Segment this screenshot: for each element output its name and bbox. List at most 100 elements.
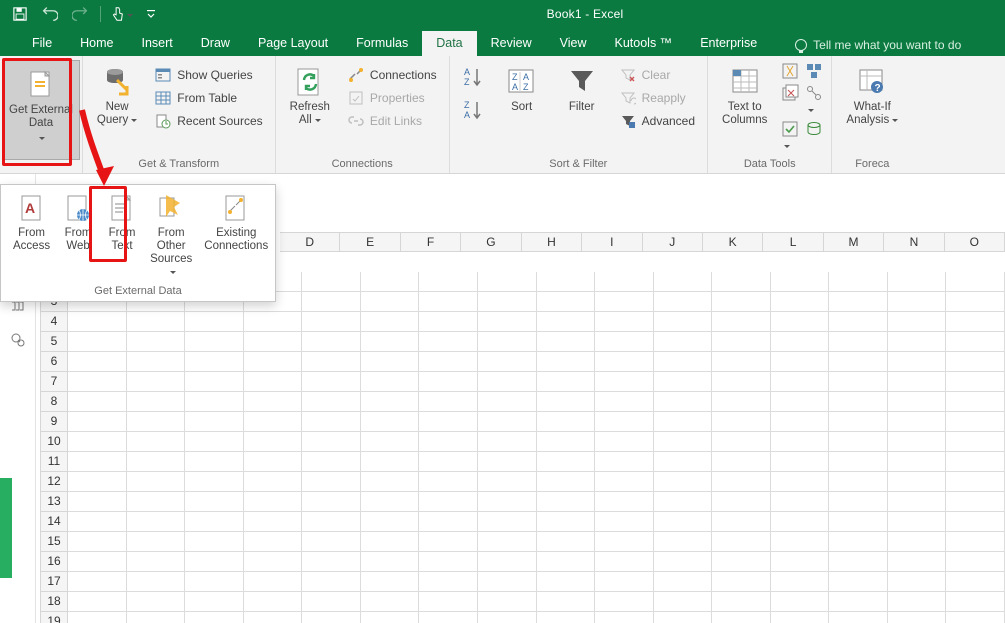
cell[interactable] <box>829 392 888 412</box>
cell[interactable] <box>537 612 596 623</box>
cell[interactable] <box>537 332 596 352</box>
cell[interactable] <box>771 312 830 332</box>
tab-view[interactable]: View <box>546 31 601 56</box>
row-header[interactable]: 19 <box>40 612 68 623</box>
cell[interactable] <box>654 432 713 452</box>
cell[interactable] <box>302 372 361 392</box>
consolidate-button[interactable] <box>805 62 823 80</box>
undo-button[interactable] <box>36 0 64 28</box>
cell[interactable] <box>771 572 830 592</box>
row-header[interactable]: 13 <box>40 492 68 512</box>
cell[interactable] <box>244 372 303 392</box>
manage-model-button[interactable] <box>805 120 823 152</box>
cells[interactable] <box>68 272 1005 623</box>
row-header[interactable]: 10 <box>40 432 68 452</box>
cell[interactable] <box>537 572 596 592</box>
cell[interactable] <box>244 492 303 512</box>
cell[interactable] <box>419 512 478 532</box>
customize-qat-button[interactable] <box>137 0 165 28</box>
cell[interactable] <box>946 392 1005 412</box>
cell[interactable] <box>771 532 830 552</box>
cell[interactable] <box>361 432 420 452</box>
cell[interactable] <box>185 352 244 372</box>
cell[interactable] <box>771 272 830 292</box>
cell[interactable] <box>771 472 830 492</box>
cell[interactable] <box>888 612 947 623</box>
advanced-button[interactable]: Advanced <box>616 110 699 132</box>
cell[interactable] <box>595 492 654 512</box>
cell[interactable] <box>478 452 537 472</box>
cell[interactable] <box>302 452 361 472</box>
cell[interactable] <box>595 292 654 312</box>
cell[interactable] <box>478 512 537 532</box>
cell[interactable] <box>68 452 127 472</box>
cell[interactable] <box>185 392 244 412</box>
row-header[interactable]: 17 <box>40 572 68 592</box>
cell[interactable] <box>829 412 888 432</box>
cell[interactable] <box>829 352 888 372</box>
cell[interactable] <box>712 472 771 492</box>
cell[interactable] <box>244 552 303 572</box>
cell[interactable] <box>654 572 713 592</box>
cell[interactable] <box>946 612 1005 623</box>
cell[interactable] <box>654 512 713 532</box>
cell[interactable] <box>946 552 1005 572</box>
cell[interactable] <box>712 352 771 372</box>
cell[interactable] <box>127 452 186 472</box>
row-header[interactable]: 16 <box>40 552 68 572</box>
existing-connections-button[interactable]: Existing Connections <box>200 191 272 281</box>
cell[interactable] <box>127 572 186 592</box>
cell[interactable] <box>127 512 186 532</box>
cell[interactable] <box>771 432 830 452</box>
cell[interactable] <box>712 592 771 612</box>
cell[interactable] <box>946 272 1005 292</box>
cell[interactable] <box>946 532 1005 552</box>
cell[interactable] <box>302 612 361 623</box>
cell[interactable] <box>654 332 713 352</box>
cell[interactable] <box>712 452 771 472</box>
cell[interactable] <box>478 472 537 492</box>
sort-desc-button[interactable]: ZA <box>458 95 488 127</box>
column-header[interactable]: G <box>461 232 521 252</box>
cell[interactable] <box>419 552 478 572</box>
cell[interactable] <box>361 532 420 552</box>
column-header[interactable]: H <box>522 232 582 252</box>
cell[interactable] <box>478 332 537 352</box>
cell[interactable] <box>712 572 771 592</box>
cell[interactable] <box>127 332 186 352</box>
cell[interactable] <box>68 312 127 332</box>
cell[interactable] <box>654 412 713 432</box>
cell[interactable] <box>654 532 713 552</box>
cell[interactable] <box>537 452 596 472</box>
cell[interactable] <box>127 592 186 612</box>
cell[interactable] <box>68 552 127 572</box>
cell[interactable] <box>888 272 947 292</box>
cell[interactable] <box>712 392 771 412</box>
properties-button[interactable]: Properties <box>344 87 441 109</box>
cell[interactable] <box>244 472 303 492</box>
cell[interactable] <box>127 412 186 432</box>
cell[interactable] <box>829 332 888 352</box>
cell[interactable] <box>361 392 420 412</box>
cell[interactable] <box>302 532 361 552</box>
cell[interactable] <box>712 612 771 623</box>
cell[interactable] <box>888 352 947 372</box>
cell[interactable] <box>829 292 888 312</box>
cell[interactable] <box>478 372 537 392</box>
cell[interactable] <box>419 272 478 292</box>
cell[interactable] <box>302 512 361 532</box>
cell[interactable] <box>361 572 420 592</box>
cell[interactable] <box>127 612 186 623</box>
cell[interactable] <box>771 372 830 392</box>
cell[interactable] <box>888 592 947 612</box>
refresh-all-button[interactable]: Refresh All <box>284 62 336 129</box>
cell[interactable] <box>537 412 596 432</box>
cell[interactable] <box>244 392 303 412</box>
cell[interactable] <box>302 552 361 572</box>
cell[interactable] <box>244 432 303 452</box>
tab-kutools[interactable]: Kutools ™ <box>601 31 687 56</box>
cell[interactable] <box>419 592 478 612</box>
new-query-button[interactable]: New Query <box>91 62 143 129</box>
from-text-button[interactable]: From Text <box>102 191 142 281</box>
cell[interactable] <box>127 312 186 332</box>
